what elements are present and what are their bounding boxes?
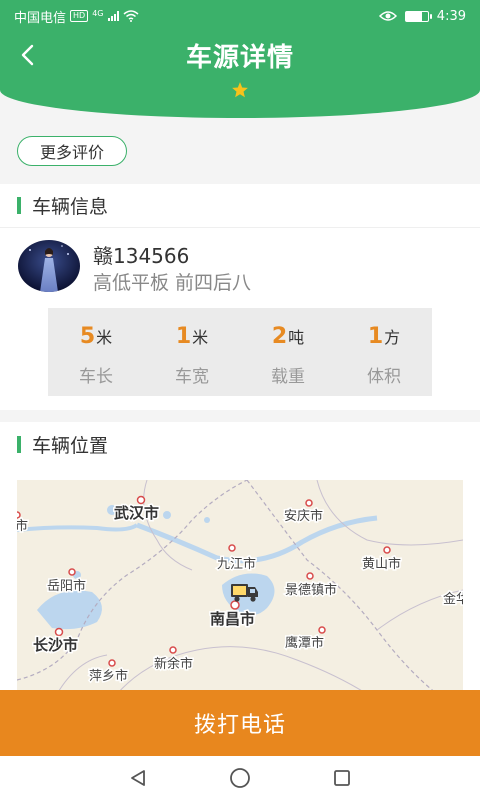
location-map[interactable]: 市 武汉市 安庆市 九江市 黄山市 岳阳市 景德镇市 金华 南昌市 长沙市 鹰潭…	[17, 480, 463, 694]
vehicle-location-header: 车辆位置	[0, 422, 480, 466]
city-dot	[169, 646, 177, 654]
city-label: 武汉市	[114, 504, 159, 522]
city-label: 新余市	[154, 656, 193, 672]
spec-value: 1	[367, 324, 384, 349]
carrier-label: 中国电信	[14, 10, 67, 26]
spec-label: 载重	[271, 367, 305, 387]
more-reviews-button[interactable]: 更多评价	[17, 136, 127, 166]
battery-level	[405, 11, 423, 21]
header: 车源详情	[0, 32, 480, 118]
city-dot	[54, 627, 64, 637]
page-title: 车源详情	[185, 43, 294, 73]
city-dot	[306, 572, 314, 580]
spec-value: 5	[79, 324, 96, 349]
city-dot	[108, 659, 116, 667]
spec-unit: 米	[96, 328, 113, 347]
spec-unit: 方	[384, 328, 401, 347]
star-icon	[232, 82, 248, 98]
network-type: 4G	[92, 8, 104, 18]
hd-badge: HD	[70, 10, 89, 22]
spec-label: 车长	[79, 367, 113, 387]
driver-avatar[interactable]	[18, 240, 80, 292]
eye-icon	[378, 11, 397, 21]
city-label: 市	[17, 518, 28, 534]
nav-recents-button[interactable]	[291, 756, 393, 800]
city-dot	[228, 544, 236, 552]
spec-value: 1	[175, 324, 192, 349]
city-dot	[68, 568, 76, 576]
system-nav-bar	[0, 756, 480, 800]
spec-length: 5 米 车长	[48, 308, 144, 396]
city-label: 萍乡市	[89, 668, 128, 684]
vehicle-location-card: 车辆位置 市 武汉市 安庆市 九江市 黄山市 岳阳市 景德镇市 金华 南昌市 长…	[0, 422, 480, 694]
city-dot	[136, 495, 146, 505]
city-label: 安庆市	[284, 508, 323, 524]
signal-icon	[107, 11, 119, 21]
vehicle-specs: 5 米 车长 1 米 车宽 2 吨 载重 1 方 体积	[48, 308, 432, 396]
city-dot	[318, 626, 326, 634]
section-accent-bar	[17, 197, 21, 214]
nav-back-button[interactable]	[87, 756, 189, 800]
battery-icon	[404, 10, 432, 22]
spec-unit: 吨	[288, 328, 305, 347]
square-recents-icon	[334, 770, 350, 786]
spec-volume: 1 方 体积	[336, 308, 432, 396]
wifi-icon	[123, 10, 138, 22]
nav-home-button[interactable]	[189, 756, 291, 800]
city-label: 黄山市	[362, 556, 401, 572]
plate-number: 赣134566	[93, 244, 190, 268]
call-button[interactable]: 拨打电话	[0, 690, 480, 756]
yangtze-river	[136, 515, 378, 564]
spec-unit: 米	[192, 328, 209, 347]
city-label: 金华	[443, 591, 463, 607]
province-border	[246, 480, 438, 694]
yangtze-river-west	[17, 523, 139, 532]
city-dot	[305, 499, 313, 507]
city-label: 景德镇市	[285, 582, 337, 598]
city-label: 鹰潭市	[285, 635, 324, 651]
city-dot	[230, 600, 240, 610]
city-dot	[383, 546, 391, 554]
favorite-button[interactable]	[229, 79, 251, 101]
status-bar: 中国电信 HD 4G 4:39	[0, 0, 480, 32]
spec-width: 1 米 车宽	[144, 308, 240, 396]
clock: 4:39	[436, 8, 466, 24]
vehicle-info-title: 车辆信息	[32, 196, 109, 218]
vehicle-info-header: 车辆信息	[0, 184, 480, 228]
city-label: 九江市	[217, 556, 256, 572]
city-label: 南昌市	[210, 610, 255, 628]
triangle-back-icon	[131, 770, 145, 786]
circle-home-icon	[230, 768, 250, 788]
spec-label: 体积	[367, 367, 401, 387]
spec-value: 2	[271, 324, 288, 349]
spec-label: 车宽	[175, 367, 209, 387]
vehicle-type: 高低平板 前四后八	[93, 272, 252, 294]
city-label: 岳阳市	[47, 578, 86, 594]
city-dot	[17, 511, 21, 519]
vehicle-info-card: 车辆信息 赣134566 高低平板 前四后八 5 米 车长 1 米 车宽 2 吨…	[0, 184, 480, 410]
spec-load: 2 吨 载重	[240, 308, 336, 396]
city-label: 长沙市	[33, 636, 78, 654]
section-accent-bar	[17, 435, 21, 453]
vehicle-location-title: 车辆位置	[32, 434, 109, 457]
